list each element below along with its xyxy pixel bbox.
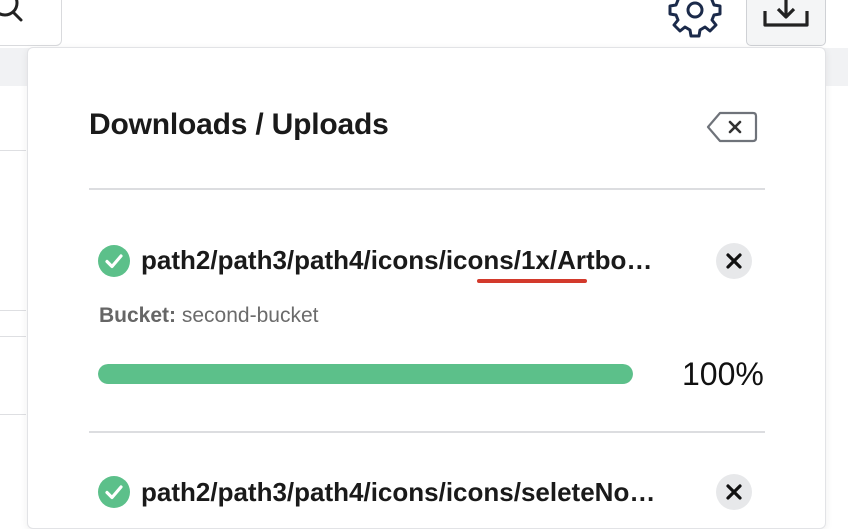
settings-button[interactable] (664, 0, 728, 38)
upload-tray-icon (763, 0, 809, 27)
bucket-name: second-bucket (181, 304, 319, 327)
bucket-label: Bucket: (99, 304, 177, 327)
progress-bar (98, 364, 633, 384)
progress-fill (98, 364, 633, 384)
transfer-item: path2/path3/path4/icons/icons/seleteNo… (28, 48, 825, 510)
remove-item-button[interactable] (716, 243, 752, 279)
check-circle-icon (98, 476, 130, 508)
close-icon (726, 484, 742, 500)
search-icon (0, 0, 23, 22)
item-divider (89, 431, 765, 433)
remove-item-button[interactable] (716, 474, 752, 510)
bucket-info: Bucket: second-bucket (99, 304, 318, 328)
downloads-uploads-button[interactable] (746, 0, 826, 46)
downloads-uploads-panel: Downloads / Uploads path2/path3/path4/ic… (27, 47, 826, 529)
check-circle-icon (98, 245, 130, 277)
file-path: path2/path3/path4/icons/icons/1x/Artbo… (141, 245, 653, 275)
search-input[interactable] (0, 0, 62, 46)
red-underline-annotation (477, 279, 587, 283)
close-icon (726, 253, 742, 269)
file-path: path2/path3/path4/icons/icons/seleteNo… (141, 477, 656, 507)
progress-percent: 100% (682, 356, 764, 392)
gear-icon (668, 0, 722, 38)
